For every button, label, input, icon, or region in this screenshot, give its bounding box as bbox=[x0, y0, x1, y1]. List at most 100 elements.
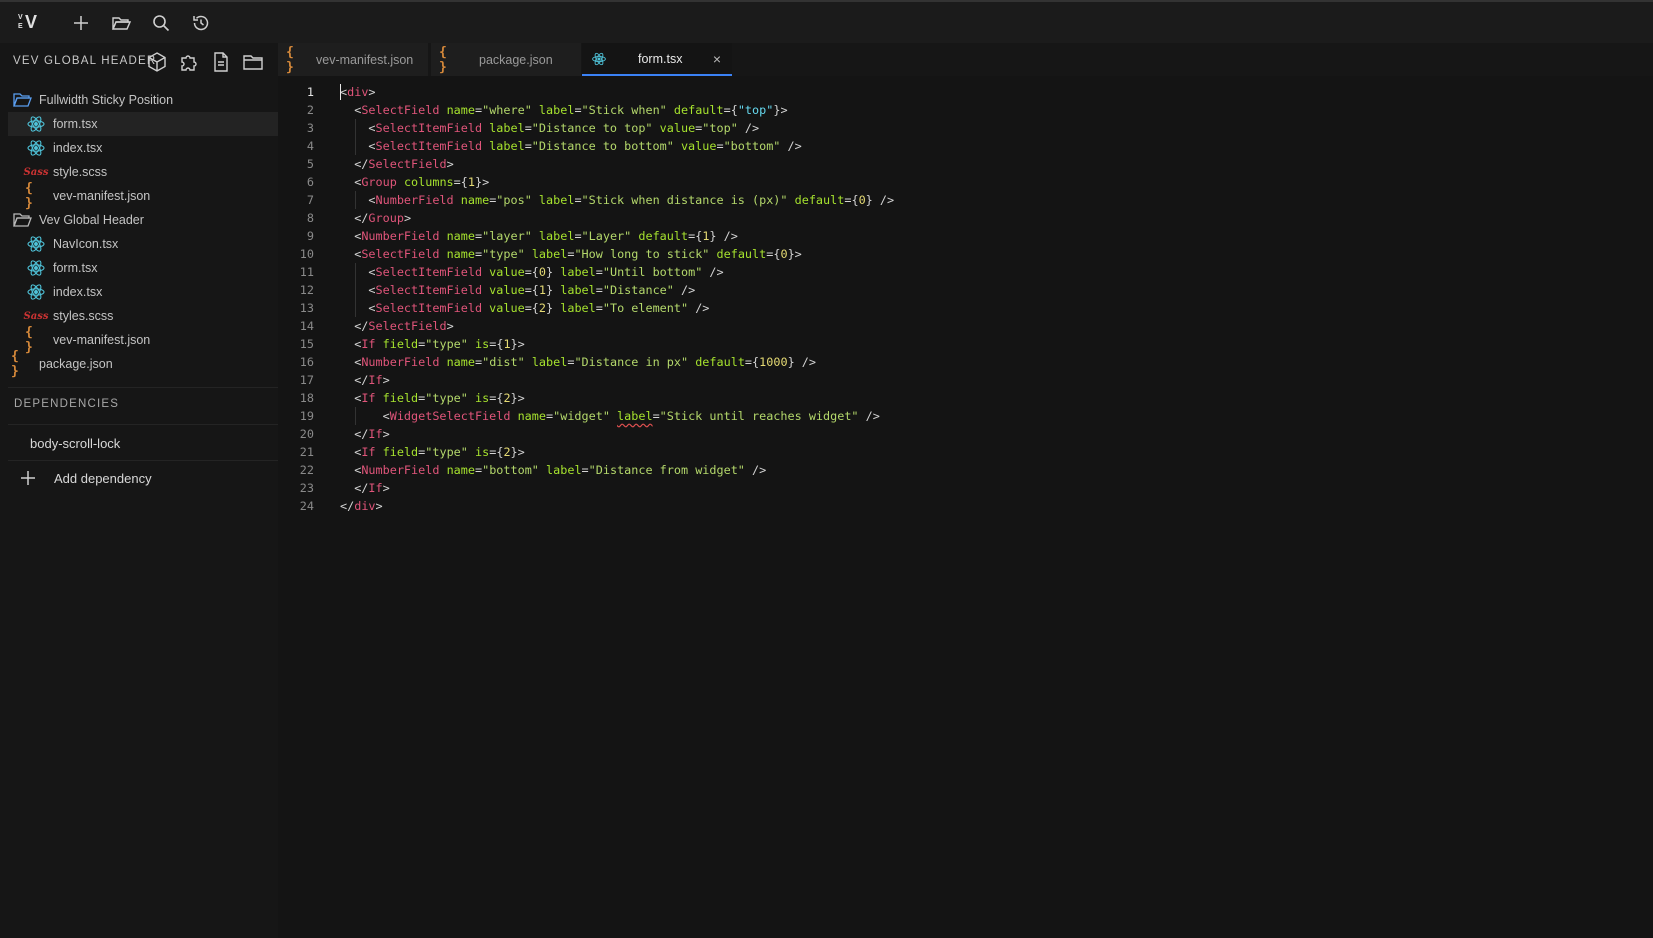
sass-icon: Sass bbox=[23, 166, 49, 178]
tab-label: form.tsx bbox=[638, 51, 683, 66]
code-text: <NumberField name="pos" label="Stick whe… bbox=[340, 193, 895, 207]
file-icon[interactable] bbox=[210, 51, 232, 73]
code-text: <SelectItemField value={1} label="Distan… bbox=[340, 283, 696, 297]
close-icon[interactable]: × bbox=[710, 52, 724, 66]
plus-icon[interactable] bbox=[71, 13, 91, 33]
line-number: 18 bbox=[299, 391, 314, 405]
logo-small-top: V bbox=[18, 14, 23, 21]
tree-item-label: vev-manifest.json bbox=[53, 333, 151, 347]
code-text: <WidgetSelectField name="widget" label="… bbox=[340, 409, 880, 423]
sidebar-header: VEV GLOBAL HEADER bbox=[0, 43, 278, 79]
line-number: 22 bbox=[299, 463, 314, 477]
tree-item[interactable]: Sass styles.scss bbox=[8, 304, 278, 328]
tab-vev-manifest-json[interactable]: { } vev-manifest.json bbox=[278, 43, 428, 76]
indent-guide bbox=[355, 263, 356, 317]
json-icon: { } bbox=[25, 181, 33, 211]
tree-item[interactable]: { } package.json bbox=[8, 349, 278, 379]
search-icon[interactable] bbox=[151, 13, 171, 33]
react-icon bbox=[25, 138, 47, 158]
tree-item[interactable]: Sass style.scss bbox=[8, 160, 278, 184]
code-line: 17 </If> bbox=[278, 371, 1653, 389]
add-dependency-button[interactable]: Add dependency bbox=[18, 463, 278, 493]
cube-icon[interactable] bbox=[146, 51, 168, 73]
folder-icon[interactable] bbox=[242, 51, 264, 73]
sass-icon: Sass bbox=[23, 310, 49, 322]
line-number: 4 bbox=[306, 139, 314, 153]
code-line: 21 <If field="type" is={2}> bbox=[278, 443, 1653, 461]
tab-label: vev-manifest.json bbox=[316, 52, 414, 67]
line-number: 6 bbox=[306, 175, 314, 189]
line-number: 3 bbox=[306, 121, 314, 135]
dependency-item[interactable]: body-scroll-lock bbox=[30, 436, 120, 451]
tree-item[interactable]: Fullwidth Sticky Position bbox=[8, 88, 278, 112]
tree-item[interactable]: Vev Global Header bbox=[8, 208, 278, 232]
code-text: <SelectItemField value={2} label="To ele… bbox=[340, 301, 710, 315]
code-line: 24 </div> bbox=[278, 497, 1653, 515]
react-icon bbox=[25, 234, 47, 254]
line-number: 5 bbox=[306, 157, 314, 171]
code-text: <If field="type" is={1}> bbox=[340, 337, 525, 351]
code-line: 19 <WidgetSelectField name="widget" labe… bbox=[278, 407, 1653, 425]
tree-item[interactable]: NavIcon.tsx bbox=[8, 232, 278, 256]
code-line: 7 <NumberField name="pos" label="Stick w… bbox=[278, 191, 1653, 209]
tab-form-tsx[interactable]: form.tsx × bbox=[582, 43, 732, 76]
code-text: <SelectItemField label="Distance to bott… bbox=[340, 139, 802, 153]
add-dependency-label: Add dependency bbox=[54, 470, 152, 486]
code-line: 5 </SelectField> bbox=[278, 155, 1653, 173]
line-number: 9 bbox=[306, 229, 314, 243]
sidebar-divider bbox=[8, 387, 278, 388]
code-text: <div> bbox=[340, 85, 376, 99]
code-line: 9 <NumberField name="layer" label="Layer… bbox=[278, 227, 1653, 245]
tab-package-json[interactable]: { } package.json bbox=[431, 43, 581, 76]
code-text: </SelectField> bbox=[340, 157, 454, 171]
json-icon: { } bbox=[286, 44, 294, 75]
indent-guide bbox=[355, 191, 356, 209]
code-text: </If> bbox=[340, 481, 390, 495]
code-editor[interactable]: 1 <div> 2 <SelectField name="where" label=… bbox=[278, 76, 1653, 938]
tree-item[interactable]: index.tsx bbox=[8, 280, 278, 304]
line-number: 19 bbox=[299, 409, 314, 423]
tree-item-label: Vev Global Header bbox=[39, 213, 144, 227]
indent-guide bbox=[355, 407, 356, 425]
code-text: </Group> bbox=[340, 211, 412, 225]
code-text: <Group columns={1}> bbox=[340, 175, 490, 189]
code-line: 11 <SelectItemField value={0} label="Unt… bbox=[278, 263, 1653, 281]
folder-open-icon[interactable] bbox=[111, 13, 132, 33]
sidebar-divider bbox=[8, 460, 278, 461]
code-line: 22 <NumberField name="bottom" label="Dis… bbox=[278, 461, 1653, 479]
code-text: <NumberField name="dist" label="Distance… bbox=[340, 355, 816, 369]
dependencies-title: DEPENDENCIES bbox=[14, 398, 120, 410]
line-number: 16 bbox=[299, 355, 314, 369]
line-number: 13 bbox=[299, 301, 314, 315]
tree-item[interactable]: { } vev-manifest.json bbox=[8, 325, 278, 355]
tree-item-label: style.scss bbox=[53, 165, 108, 179]
code-line: 4 <SelectItemField label="Distance to bo… bbox=[278, 137, 1653, 155]
tree-item[interactable]: form.tsx bbox=[8, 112, 278, 136]
sidebar-divider bbox=[8, 424, 278, 425]
line-number: 24 bbox=[299, 499, 314, 513]
tree-item-label: vev-manifest.json bbox=[53, 189, 151, 203]
vev-logo[interactable]: V E V bbox=[16, 12, 42, 34]
line-number: 2 bbox=[306, 103, 314, 117]
tree-item[interactable]: { } vev-manifest.json bbox=[8, 181, 278, 211]
code-text: <NumberField name="bottom" label="Distan… bbox=[340, 463, 767, 477]
logo-main: V bbox=[25, 12, 38, 32]
react-icon bbox=[25, 114, 47, 134]
line-number: 1 bbox=[306, 85, 314, 99]
history-icon[interactable] bbox=[191, 13, 211, 33]
line-number: 7 bbox=[306, 193, 314, 207]
line-number: 14 bbox=[299, 319, 314, 333]
tree-item[interactable]: form.tsx bbox=[8, 256, 278, 280]
sidebar: VEV GLOBAL HEADER Fullwidth Sticky Posit… bbox=[0, 43, 278, 938]
text-cursor bbox=[340, 84, 341, 100]
code-text: </If> bbox=[340, 427, 390, 441]
puzzle-icon[interactable] bbox=[178, 51, 200, 73]
code-line: 10 <SelectField name="type" label="How l… bbox=[278, 245, 1653, 263]
tab-label: package.json bbox=[479, 52, 553, 67]
indent-guide bbox=[355, 119, 356, 155]
tree-item[interactable]: index.tsx bbox=[8, 136, 278, 160]
line-number: 21 bbox=[299, 445, 314, 459]
tree-item-label: index.tsx bbox=[53, 141, 103, 155]
code-line: 12 <SelectItemField value={1} label="Dis… bbox=[278, 281, 1653, 299]
react-icon bbox=[25, 258, 47, 278]
